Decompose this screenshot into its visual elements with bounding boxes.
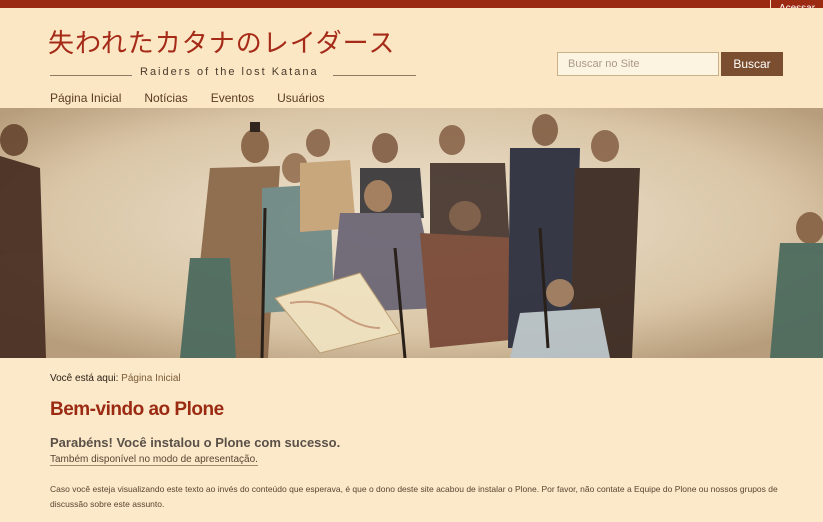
nav-item-home[interactable]: Página Inicial [50, 91, 121, 105]
site-logo-japanese[interactable]: 失われたカタナのレイダース [48, 23, 395, 60]
site-header: 失われたカタナのレイダース Raiders of the lost Katana… [0, 8, 823, 108]
nav-item-users[interactable]: Usuários [277, 91, 324, 105]
page-subtitle: Parabéns! Você instalou o Plone com suce… [50, 435, 341, 450]
search-input[interactable] [557, 52, 719, 76]
breadcrumb: Você está aqui: Página Inicial [50, 373, 181, 384]
logo-divider-left [50, 75, 132, 76]
search-button[interactable]: Buscar [721, 52, 783, 76]
logo-divider-right [333, 75, 416, 76]
breadcrumb-home-link[interactable]: Página Inicial [121, 373, 180, 384]
breadcrumb-prefix: Você está aqui: [50, 373, 119, 384]
body-paragraph: Caso você esteja visualizando este texto… [50, 484, 778, 509]
presentation-mode-link[interactable]: Também disponível no modo de apresentaçã… [50, 454, 258, 466]
top-bar [0, 0, 823, 8]
main-nav: Página Inicial Notícias Eventos Usuários [50, 91, 347, 105]
nav-item-news[interactable]: Notícias [144, 91, 187, 105]
site-logo-tagline: Raiders of the lost Katana [140, 66, 319, 78]
nav-item-events[interactable]: Eventos [211, 91, 254, 105]
page-title: Bem-vindo ao Plone [50, 399, 224, 420]
banner-image [0, 108, 823, 358]
